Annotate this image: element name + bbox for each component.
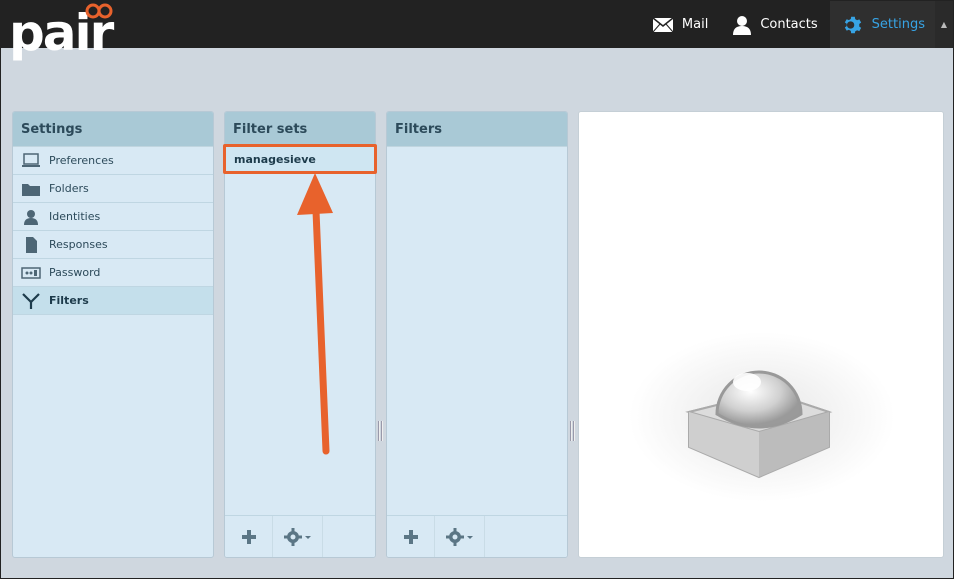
settings-panel: Settings Preferences Folders Identities … — [12, 111, 214, 558]
filters-footer — [387, 515, 567, 557]
filter-sets-footer — [225, 515, 375, 557]
filters-panel: Filters — [386, 111, 568, 558]
settings-item-folders[interactable]: Folders — [13, 175, 213, 203]
filter-set-actions-button[interactable] — [273, 516, 323, 557]
settings-item-password[interactable]: Password — [13, 259, 213, 287]
roundcube-watermark-icon — [629, 332, 895, 502]
splitter-handle[interactable] — [378, 421, 384, 441]
splitter-handle[interactable] — [570, 421, 576, 441]
gear-icon — [842, 14, 864, 36]
gear-menu-icon — [445, 528, 473, 546]
filter-icon — [21, 292, 41, 309]
filter-sets-panel-title: Filter sets — [225, 112, 375, 147]
top-bar: pair Mail Contacts Settings ▲ — [1, 1, 953, 62]
contacts-icon — [732, 15, 752, 35]
annotation-highlight-box — [223, 144, 377, 174]
nav-settings-label: Settings — [871, 17, 925, 32]
nav-mail[interactable]: Mail — [640, 1, 720, 48]
filters-panel-title: Filters — [387, 112, 567, 147]
settings-item-label: Identities — [49, 210, 101, 223]
mail-icon — [652, 16, 674, 33]
plus-icon — [241, 530, 256, 544]
nav-caret-icon[interactable]: ▲ — [935, 1, 953, 48]
settings-item-label: Password — [49, 266, 101, 279]
nav-mail-label: Mail — [681, 17, 709, 32]
person-icon — [21, 209, 41, 225]
settings-item-responses[interactable]: Responses — [13, 231, 213, 259]
laptop-icon — [21, 152, 41, 169]
logo-rings-icon — [85, 3, 113, 19]
nav-settings[interactable]: Settings — [829, 1, 935, 48]
nav-contacts[interactable]: Contacts — [720, 1, 829, 48]
content-panel — [578, 111, 944, 558]
settings-item-label: Responses — [49, 238, 108, 251]
add-filter-button[interactable] — [387, 516, 435, 557]
nav-contacts-label: Contacts — [760, 17, 818, 32]
plus-icon — [403, 530, 418, 544]
annotation-arrow-icon — [297, 173, 333, 455]
settings-item-label: Preferences — [49, 154, 114, 167]
gear-menu-icon — [283, 528, 311, 546]
main-nav: Mail Contacts Settings — [640, 1, 935, 48]
pair-logo[interactable]: pair — [9, 1, 119, 62]
folder-icon — [21, 181, 41, 197]
settings-item-filters[interactable]: Filters — [13, 287, 213, 315]
document-icon — [21, 236, 41, 253]
settings-item-label: Filters — [49, 294, 89, 307]
settings-item-label: Folders — [49, 182, 89, 195]
filter-actions-button[interactable] — [435, 516, 485, 557]
settings-panel-title: Settings — [13, 112, 213, 147]
password-icon — [21, 265, 41, 281]
add-filter-set-button[interactable] — [225, 516, 273, 557]
settings-item-identities[interactable]: Identities — [13, 203, 213, 231]
settings-item-preferences[interactable]: Preferences — [13, 147, 213, 175]
